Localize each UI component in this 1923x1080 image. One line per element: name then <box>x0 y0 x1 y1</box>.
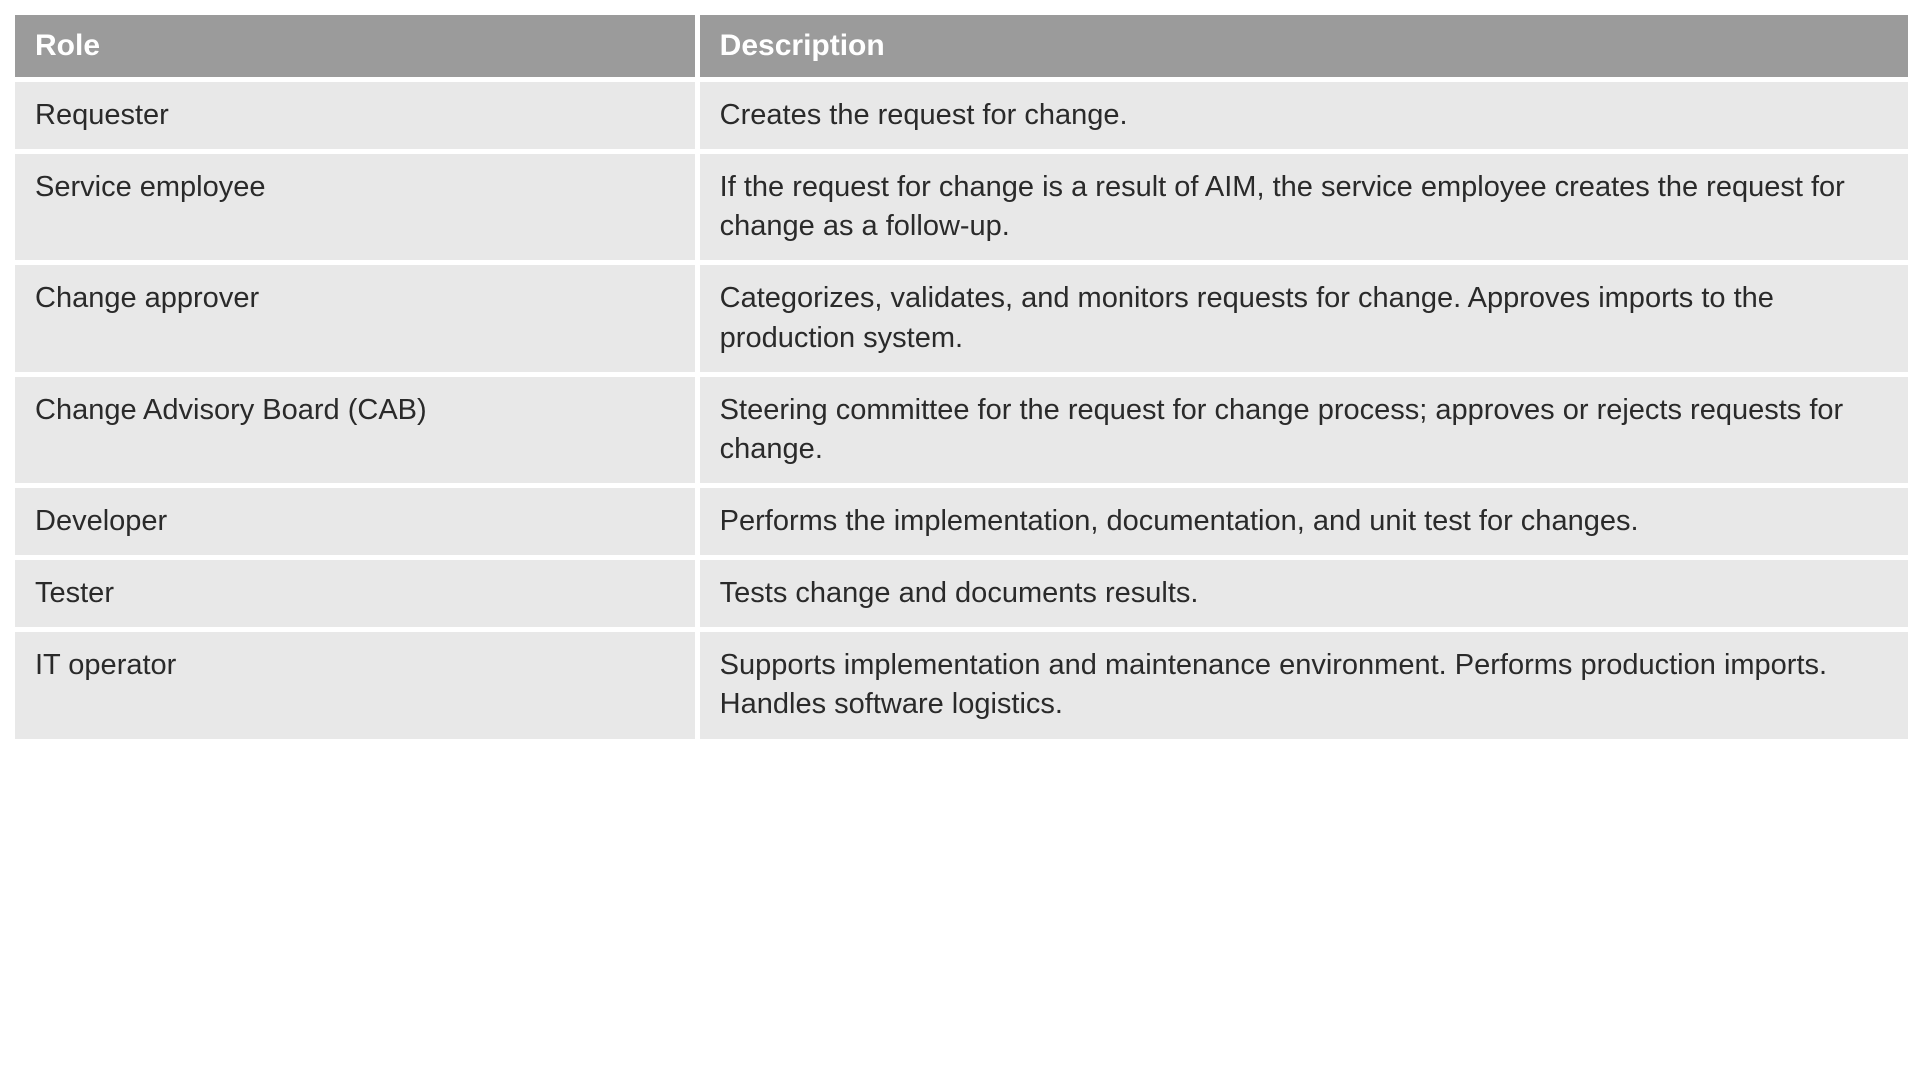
table-row: Change Advisory Board (CAB) Steering com… <box>15 377 1908 483</box>
description-cell: Supports implementation and maintenance … <box>700 632 1908 738</box>
header-role: Role <box>15 15 695 77</box>
role-cell: Requester <box>15 82 695 149</box>
table-row: IT operator Supports implementation and … <box>15 632 1908 738</box>
table-header-row: Role Description <box>15 15 1908 77</box>
table-row: Service employee If the request for chan… <box>15 154 1908 260</box>
description-cell: Tests change and documents results. <box>700 560 1908 627</box>
roles-table: Role Description Requester Creates the r… <box>10 10 1913 744</box>
role-cell: Change Advisory Board (CAB) <box>15 377 695 483</box>
description-cell: Steering committee for the request for c… <box>700 377 1908 483</box>
role-cell: Service employee <box>15 154 695 260</box>
role-cell: Tester <box>15 560 695 627</box>
header-description: Description <box>700 15 1908 77</box>
description-cell: Creates the request for change. <box>700 82 1908 149</box>
table-row: Developer Performs the implementation, d… <box>15 488 1908 555</box>
description-cell: Performs the implementation, documentati… <box>700 488 1908 555</box>
role-cell: Change approver <box>15 265 695 371</box>
description-cell: Categorizes, validates, and monitors req… <box>700 265 1908 371</box>
table-row: Requester Creates the request for change… <box>15 82 1908 149</box>
description-cell: If the request for change is a result of… <box>700 154 1908 260</box>
role-cell: IT operator <box>15 632 695 738</box>
table-row: Change approver Categorizes, validates, … <box>15 265 1908 371</box>
role-cell: Developer <box>15 488 695 555</box>
table-row: Tester Tests change and documents result… <box>15 560 1908 627</box>
